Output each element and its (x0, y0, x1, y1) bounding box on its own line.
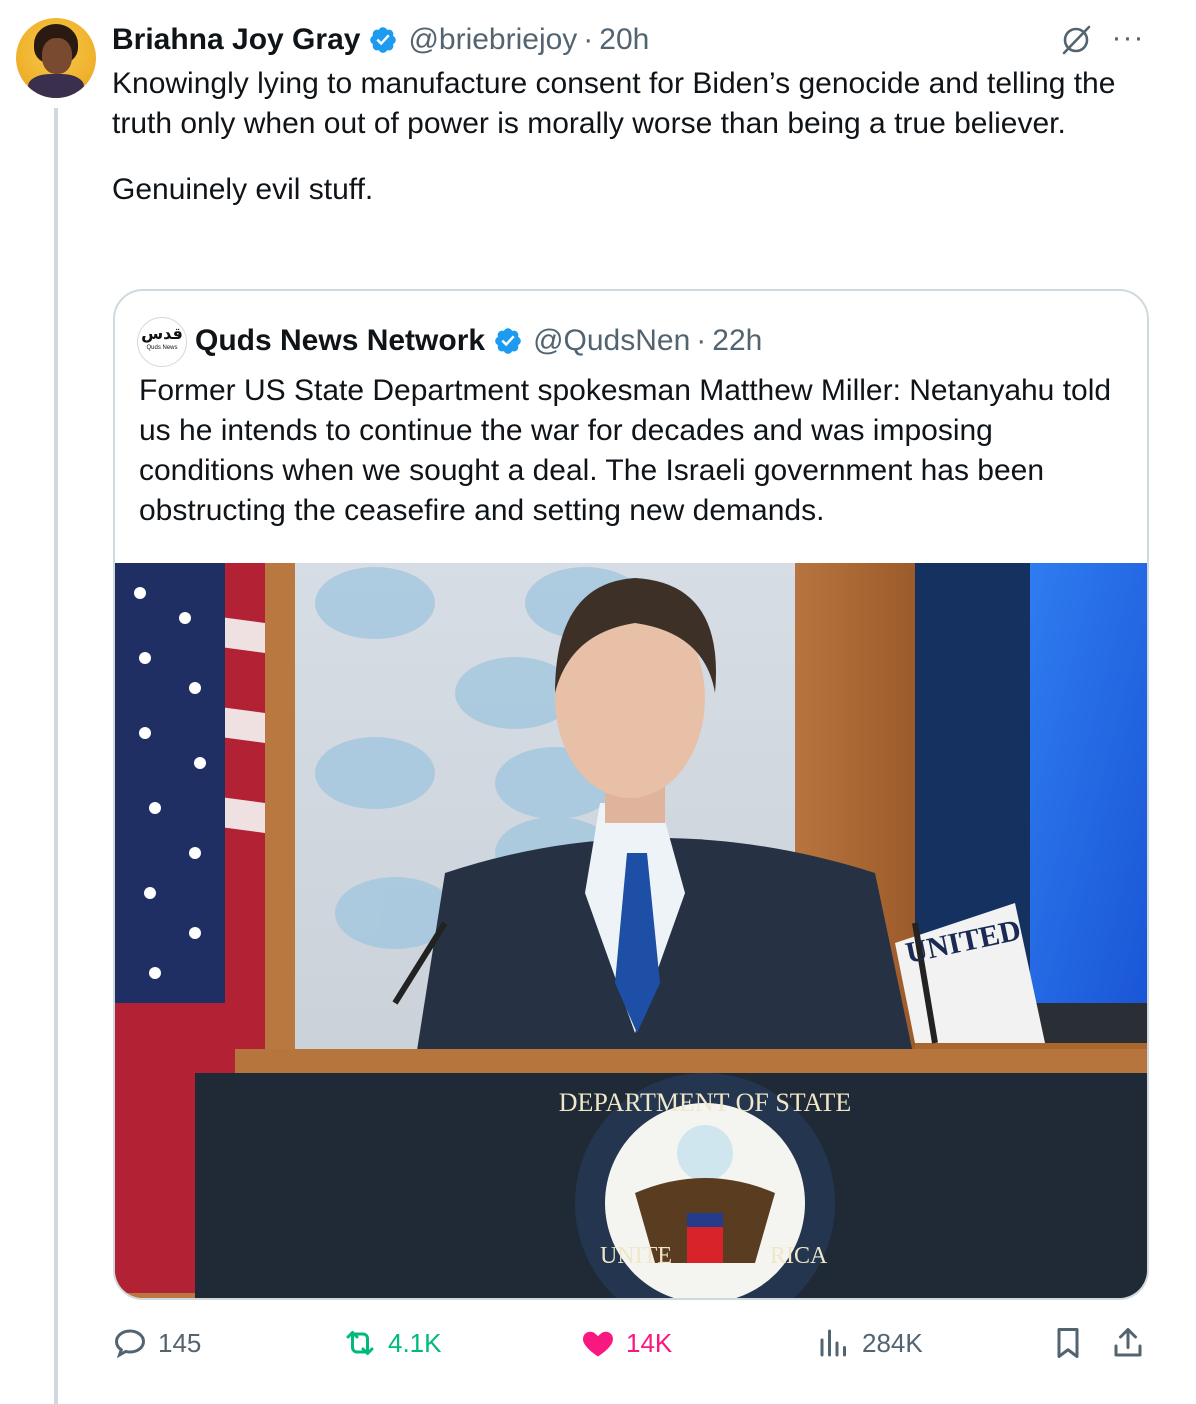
quoted-tweet-header: Quds News Network @QudsNen · 22h (195, 319, 762, 363)
reply-count: 145 (158, 1327, 202, 1358)
tweet-header: Briahna Joy Gray @briebriejoy · 20h (112, 20, 649, 60)
repost-icon (346, 1331, 374, 1355)
like-count: 14K (626, 1327, 673, 1358)
quoted-author-handle[interactable]: @QudsNen (533, 324, 690, 358)
quds-logo-text: قدس (141, 326, 183, 343)
quds-logo-subtext: Quds News (146, 345, 178, 351)
quoted-tweet-timestamp[interactable]: 22h (712, 324, 762, 358)
thread-connector-line (54, 108, 58, 1404)
tweet-text: Knowingly lying to manufacture consent f… (112, 64, 1152, 210)
reply-button[interactable]: 145 (112, 1318, 201, 1368)
views-button[interactable]: 284K (816, 1318, 923, 1368)
reply-icon (114, 1329, 146, 1359)
author-avatar[interactable] (16, 18, 96, 98)
quoted-author-avatar[interactable]: قدس Quds News (137, 317, 187, 367)
repost-count: 4.1K (388, 1327, 442, 1358)
author-name[interactable]: Briahna Joy Gray (112, 23, 360, 57)
quoted-tweet-text: Former US State Department spokesman Mat… (139, 374, 1112, 527)
share-button[interactable] (1110, 1318, 1156, 1368)
tweet-paragraph: Knowingly lying to manufacture consent f… (112, 67, 1116, 140)
tweet-paragraph: Genuinely evil stuff. (112, 173, 374, 206)
separator-dot: · (583, 23, 594, 56)
seal-top-text: DEPARTMENT OF STATE (559, 1088, 852, 1117)
quoted-tweet-photo[interactable]: DEPARTMENT OF STATE UNITE RICA UNITED (115, 563, 1147, 1298)
more-options-icon[interactable]: ··· (1110, 22, 1146, 58)
like-button[interactable]: 14K (580, 1318, 672, 1368)
tweet-timestamp[interactable]: 20h (599, 23, 649, 57)
grok-icon[interactable] (1058, 22, 1094, 58)
views-count: 284K (862, 1327, 923, 1358)
bookmark-button[interactable] (1050, 1318, 1096, 1368)
author-handle[interactable]: @briebriejoy (408, 23, 577, 57)
tweet-actions-bar: 145 4.1K 14K 284K (0, 1318, 1196, 1368)
verified-badge-icon[interactable] (368, 25, 398, 55)
bookmark-icon (1057, 1328, 1079, 1358)
seal-right-text: RICA (770, 1243, 828, 1269)
separator-dot: · (696, 324, 707, 357)
repost-button[interactable]: 4.1K (342, 1318, 442, 1368)
analytics-icon (820, 1329, 846, 1357)
quoted-author-name[interactable]: Quds News Network (195, 324, 485, 358)
share-icon (1114, 1328, 1142, 1357)
quoted-tweet-card[interactable]: قدس Quds News Quds News Network @QudsNen… (113, 289, 1149, 1300)
seal-left-text: UNITE (600, 1243, 672, 1269)
heart-icon (583, 1331, 613, 1357)
verified-badge-icon[interactable] (493, 326, 523, 356)
